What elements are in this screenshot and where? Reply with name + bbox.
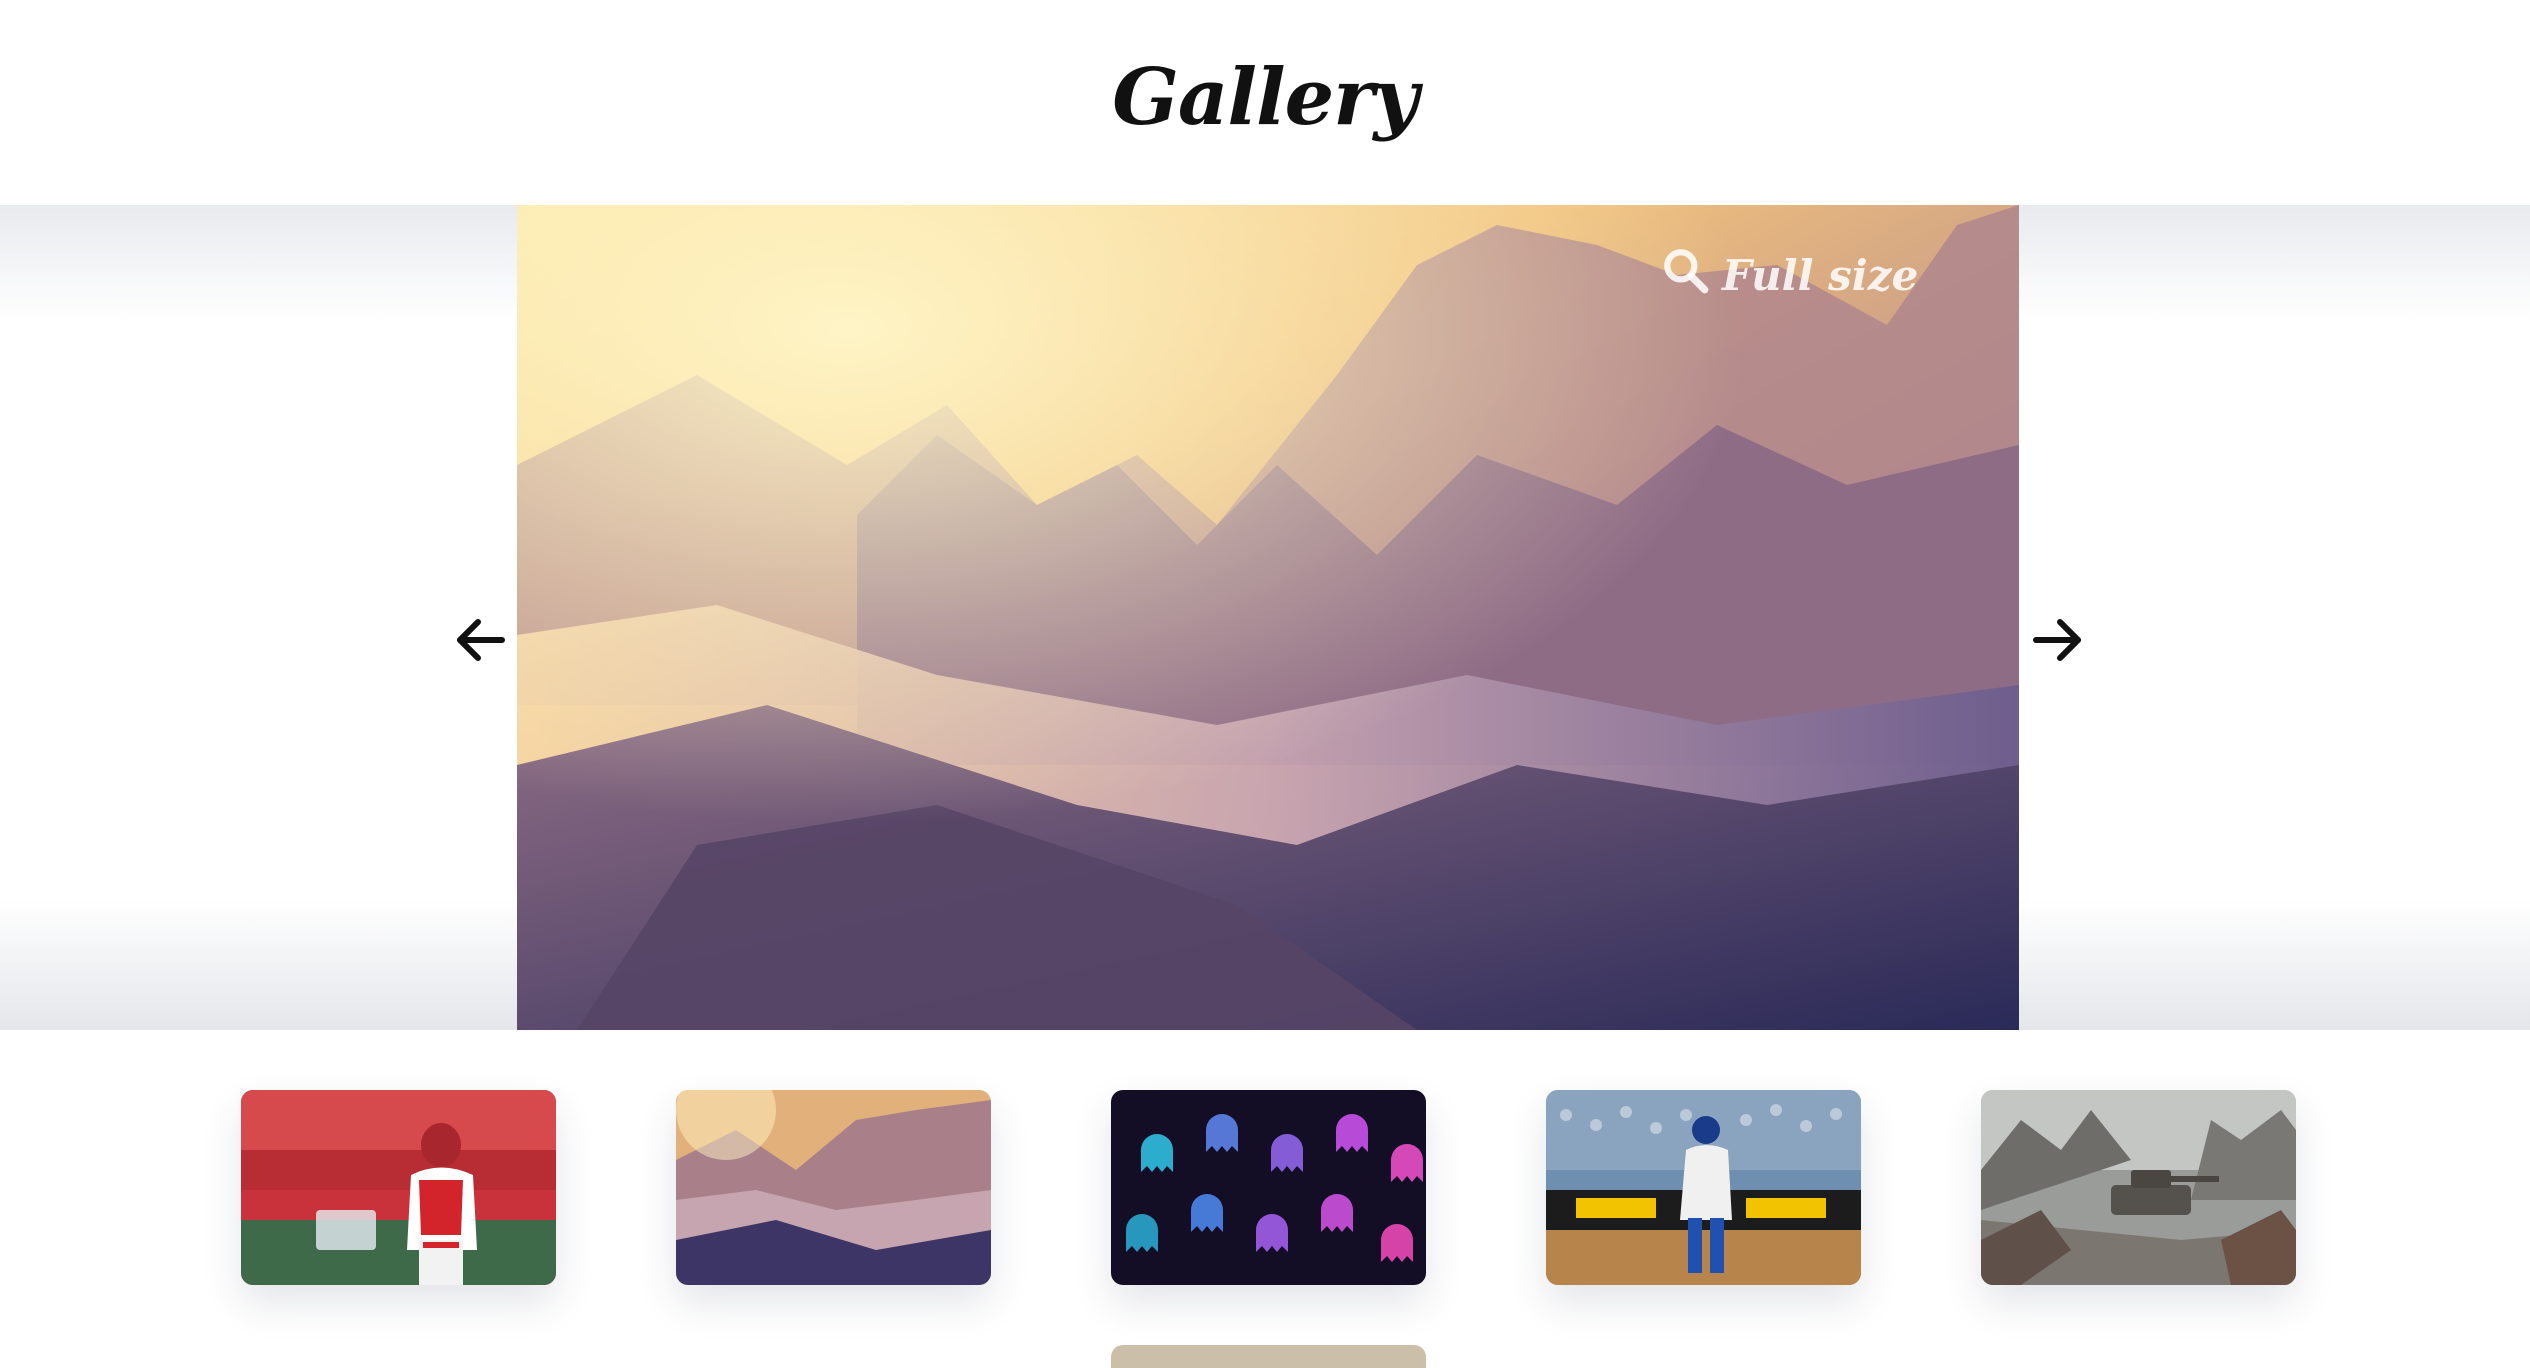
arrow-left-icon <box>457 619 505 661</box>
fullsize-button[interactable]: Full size <box>1660 245 1918 305</box>
thumbnail-mountains[interactable] <box>676 1090 991 1285</box>
main-image[interactable] <box>517 205 2019 1030</box>
search-icon <box>1660 245 1710 305</box>
thumbnail-next-row-partial[interactable] <box>1111 1345 1426 1368</box>
mountain-landscape-image <box>517 205 2019 1030</box>
thumbnail-strip <box>0 1090 2530 1290</box>
previous-button[interactable] <box>452 612 508 668</box>
baseball-player-image <box>241 1090 556 1285</box>
next-button[interactable] <box>2030 612 2086 668</box>
baseball-catcher-image <box>1546 1090 1861 1285</box>
gallery-page: { "page": { "title": "Gallery" }, "viewe… <box>0 0 2530 1368</box>
fullsize-label: Full size <box>1722 250 1919 300</box>
thumbnail-baseball-blue[interactable] <box>1546 1090 1861 1285</box>
thumbnail-baseball-red[interactable] <box>241 1090 556 1285</box>
tanks-battlefield-image <box>1981 1090 2296 1285</box>
thumbnail-tanks[interactable] <box>1981 1090 2296 1285</box>
thumbnail-pacman-ghosts[interactable] <box>1111 1090 1426 1285</box>
arrow-right-icon <box>2033 619 2081 661</box>
mountain-landscape-thumb <box>676 1090 991 1285</box>
pacman-ghost-pattern-image <box>1111 1090 1426 1285</box>
page-title: Gallery <box>1112 52 1418 143</box>
